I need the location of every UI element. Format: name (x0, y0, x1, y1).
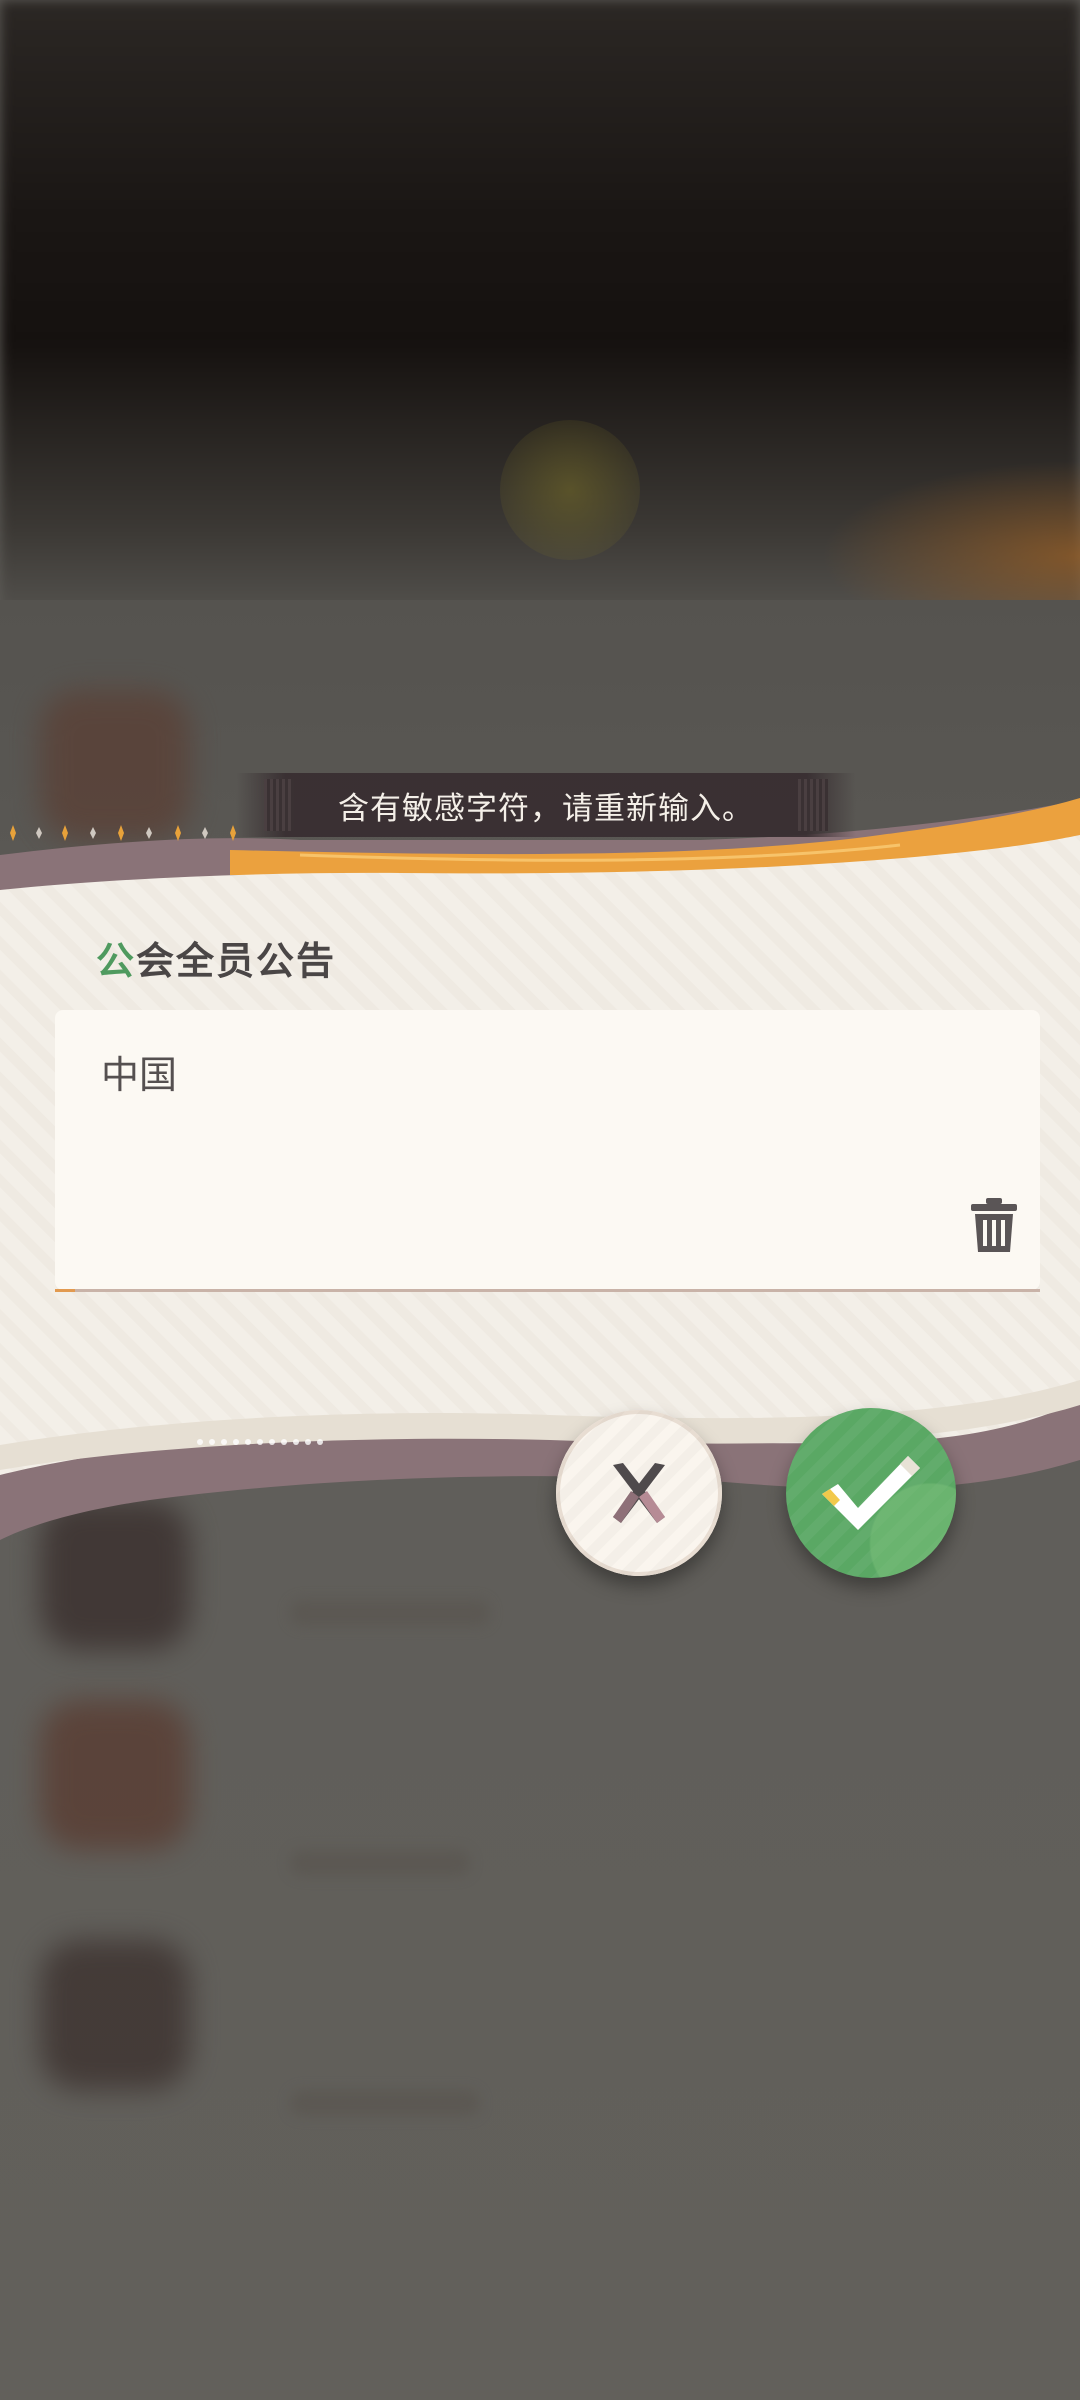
toast-message: 含有敏感字符，请重新输入。 (338, 790, 754, 827)
background-text (290, 1600, 490, 1626)
announcement-input[interactable]: 中国 (55, 1010, 1040, 1292)
error-toast: 含有敏感字符，请重新输入。 (236, 773, 856, 837)
announcement-input-value[interactable]: 中国 (101, 1044, 177, 1099)
dialog-title: 公会全员公告 (96, 930, 336, 985)
cancel-button[interactable] (556, 1410, 722, 1576)
cross-icon (613, 1463, 665, 1523)
background-light (500, 420, 640, 560)
dialog-title-accent: 公 (96, 939, 137, 983)
trash-icon[interactable] (968, 1196, 1020, 1254)
check-icon (822, 1456, 920, 1530)
dialog-title-text: 会全员公告 (136, 939, 337, 983)
background-light-orange (820, 460, 1080, 620)
background-avatar (40, 1940, 190, 2090)
background-text (290, 2090, 480, 2116)
confirm-button[interactable] (786, 1408, 956, 1578)
background-text (290, 1850, 470, 1876)
input-underline (55, 1289, 1040, 1292)
background-avatar (40, 1700, 190, 1850)
